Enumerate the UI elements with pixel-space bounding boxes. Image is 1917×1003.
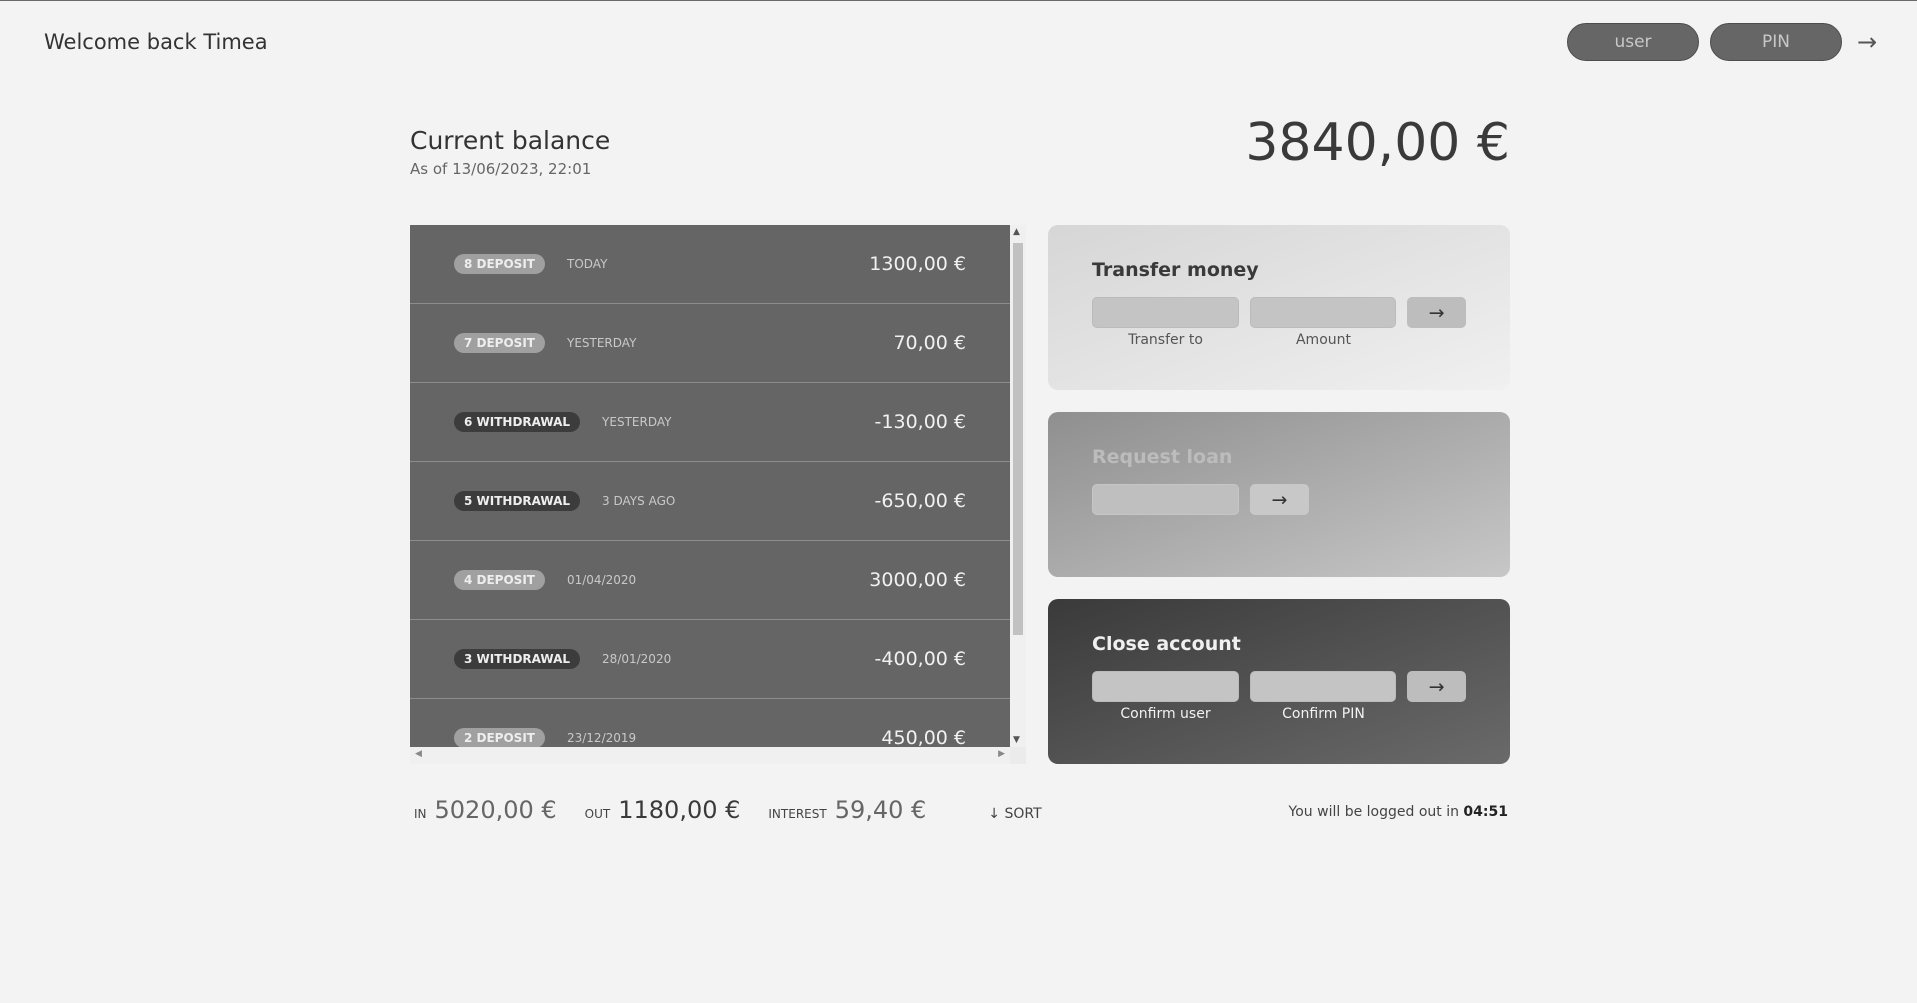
movement-date: YESTERDAY	[602, 415, 672, 429]
balance-label: Current balance	[410, 126, 611, 155]
summary-interest-label: INTEREST	[768, 807, 827, 821]
horizontal-scrollbar[interactable]: ◀ ▶	[410, 747, 1010, 764]
transfer-panel: Transfer money → Transfer to Amount	[1048, 225, 1510, 390]
transfer-amount-label: Amount	[1295, 332, 1351, 348]
movement-row: 4 DEPOSIT 01/04/2020 3000,00 €	[410, 541, 1010, 620]
movement-row: 7 DEPOSIT YESTERDAY 70,00 €	[410, 304, 1010, 383]
loan-labels: Amount	[1092, 519, 1466, 535]
top-nav: Welcome back Timea user PIN →	[0, 1, 1917, 87]
movement-amount: 450,00 €	[881, 727, 966, 747]
logout-timer-text: You will be logged out in	[1288, 804, 1464, 820]
movement-date: YESTERDAY	[566, 336, 637, 350]
movement-type-badge: 6 WITHDRAWAL	[454, 412, 581, 432]
confirm-user-label: Confirm user	[1120, 706, 1211, 722]
close-submit-button[interactable]: →	[1407, 671, 1466, 702]
balance-date: As of 13/06/2023, 22:01	[410, 160, 592, 178]
movements-list[interactable]: 8 DEPOSIT TODAY 1300,00 € 7 DEPOSIT YESTERDA…	[410, 225, 1010, 747]
movement-date: 01/04/2020	[566, 573, 637, 587]
transfer-to-label: Transfer to	[1128, 332, 1203, 348]
close-title: Close account	[1092, 633, 1241, 655]
vertical-scrollbar[interactable]: ▲ ▼	[1010, 225, 1026, 747]
transfer-amount-input[interactable]	[1249, 297, 1397, 328]
transfer-labels: Transfer to Amount	[1092, 332, 1466, 348]
movement-type-badge: 7 DEPOSIT	[454, 333, 545, 353]
transfer-form: →	[1092, 297, 1466, 328]
confirm-user-input[interactable]	[1092, 671, 1239, 702]
confirm-pin-input[interactable]	[1249, 671, 1397, 702]
movement-date: 3 DAYS AGO	[602, 494, 676, 508]
loan-amount-label: Amount	[1137, 519, 1193, 535]
balance-value: 3840,00 €	[1245, 113, 1510, 173]
transfer-to-input[interactable]	[1092, 297, 1239, 328]
movement-amount: 1300,00 €	[869, 253, 966, 275]
movement-amount: 70,00 €	[893, 332, 966, 354]
movement-type-badge: 5 WITHDRAWAL	[454, 491, 581, 511]
welcome-message: Welcome back Timea	[44, 30, 268, 54]
login-user-input[interactable]: user	[1567, 23, 1699, 61]
close-form: →	[1092, 671, 1466, 702]
scrollbar-thumb[interactable]	[1013, 243, 1023, 635]
loan-amount-input[interactable]	[1092, 484, 1239, 515]
sort-button[interactable]: ↓ SORT	[988, 806, 1041, 822]
movement-amount: -400,00 €	[874, 648, 966, 670]
logout-timer-time: 04:51	[1463, 804, 1508, 820]
loan-submit-button[interactable]: →	[1250, 484, 1309, 515]
arrow-right-icon: →	[1428, 675, 1445, 698]
movement-row: 5 WITHDRAWAL 3 DAYS AGO -650,00 €	[410, 462, 1010, 541]
summary-out-label: OUT	[584, 807, 611, 821]
movement-amount: 3000,00 €	[869, 569, 966, 591]
logout-timer: You will be logged out in 04:51	[1289, 804, 1508, 820]
close-account-panel: Close account → Confirm user Confirm PIN	[1048, 599, 1510, 764]
movement-row: 8 DEPOSIT TODAY 1300,00 €	[410, 225, 1010, 304]
login-pin-input[interactable]: PIN	[1710, 23, 1842, 61]
loan-form: →	[1092, 484, 1466, 515]
arrow-right-icon: →	[1856, 28, 1878, 56]
movement-row: 6 WITHDRAWAL YESTERDAY -130,00 €	[410, 383, 1010, 462]
movement-type-badge: 2 DEPOSIT	[454, 728, 545, 747]
transfer-submit-button[interactable]: →	[1407, 297, 1466, 328]
movements-panel: 8 DEPOSIT TODAY 1300,00 € 7 DEPOSIT YESTERDA…	[410, 225, 1026, 764]
transfer-title: Transfer money	[1092, 259, 1259, 281]
arrow-right-icon: →	[1271, 488, 1288, 511]
movement-type-badge: 3 WITHDRAWAL	[454, 649, 581, 669]
movement-amount: -650,00 €	[874, 490, 966, 512]
close-labels: Confirm user Confirm PIN	[1092, 706, 1466, 722]
scroll-down-icon[interactable]: ▼	[1013, 735, 1020, 745]
summary-in-value: 5020,00 €	[434, 796, 557, 824]
login-button[interactable]: →	[1853, 28, 1881, 56]
scroll-up-icon[interactable]: ▲	[1013, 227, 1020, 237]
summary-interest-value: 59,40 €	[834, 796, 927, 824]
movement-amount: -130,00 €	[874, 411, 966, 433]
movement-type-badge: 4 DEPOSIT	[454, 570, 545, 590]
scroll-left-icon[interactable]: ◀	[415, 749, 422, 759]
confirm-pin-label: Confirm PIN	[1282, 706, 1365, 722]
summary: IN 5020,00 € OUT 1180,00 € INTEREST 59,4…	[410, 796, 1510, 824]
movement-date: 23/12/2019	[566, 731, 637, 745]
loan-panel: Request loan → Amount	[1048, 412, 1510, 577]
login-form: user PIN →	[1567, 23, 1881, 61]
scroll-right-icon[interactable]: ▶	[998, 749, 1005, 759]
summary-out-value: 1180,00 €	[618, 796, 741, 824]
movement-type-badge: 8 DEPOSIT	[454, 254, 545, 274]
movement-row: 2 DEPOSIT 23/12/2019 450,00 €	[410, 699, 1010, 747]
arrow-right-icon: →	[1428, 301, 1445, 324]
movement-date: 28/01/2020	[602, 652, 672, 666]
movement-date: TODAY	[566, 257, 608, 271]
loan-title: Request loan	[1092, 446, 1233, 468]
movement-row: 3 WITHDRAWAL 28/01/2020 -400,00 €	[410, 620, 1010, 699]
summary-in-label: IN	[414, 807, 427, 821]
